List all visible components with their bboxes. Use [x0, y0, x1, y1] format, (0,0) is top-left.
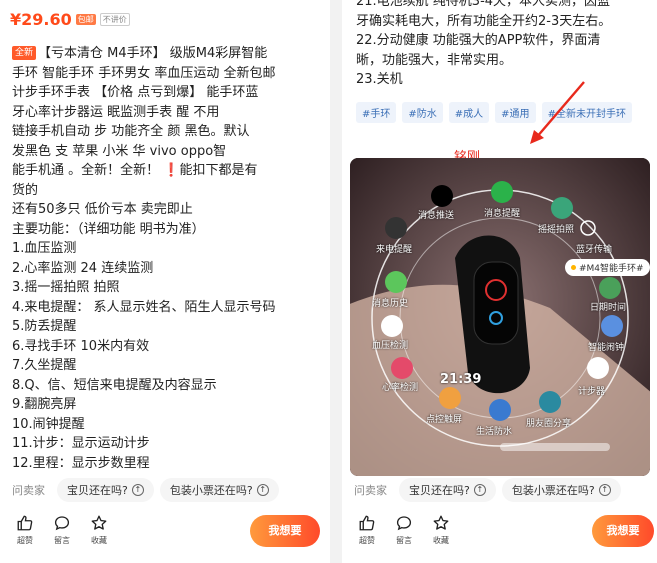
- desc-line: 计步手环手表 【价格 点亏到爆】 能手环蓝: [12, 85, 259, 100]
- star-icon: [433, 515, 449, 530]
- label-waterproof: 生活防水: [476, 427, 513, 437]
- label-message-history: 消息历史: [372, 299, 409, 309]
- desc-line: 牙心率计步器运 眠监测手表 醒 不用: [12, 104, 220, 120]
- label-touch-screen: 点控触屏: [426, 415, 463, 425]
- price-row: ¥29.60 包邮 不讲价: [10, 10, 130, 29]
- chat-bubble-icon: [54, 516, 70, 531]
- product-photo[interactable]: 21:39 消息推送 消息提醒 摇摇拍照 蓝牙传输 来电提醒 消息历史 日期时间…: [350, 158, 650, 476]
- exclamation-icon: ❗: [163, 163, 180, 178]
- desc-line: 11.计步：显示运动计步: [12, 436, 150, 451]
- label-message-push: 消息推送: [418, 211, 455, 221]
- desc-line: 10.闹钟提醒: [12, 416, 85, 432]
- comment-label: 留言: [54, 536, 70, 545]
- like-button[interactable]: 超赞: [352, 514, 382, 546]
- want-button[interactable]: 我想要: [250, 515, 320, 547]
- label-moments-share: 朋友圈分享: [526, 419, 572, 429]
- label-heart-rate: 心率检测: [382, 383, 419, 393]
- comment-button[interactable]: 留言: [389, 514, 419, 546]
- desc-line: 5.防丢提醒: [12, 319, 77, 334]
- listing-detail-right: 21.电池续航 纯待机3-4天，本人实测，因蓝 牙确实耗电大，所有功能全开约2-…: [342, 0, 657, 563]
- bottom-action-bar: 超赞 留言 收藏 我想要: [342, 508, 657, 563]
- description-continued: 21.电池续航 纯待机3-4天，本人实测，因蓝 牙确实耗电大，所有功能全开约2-…: [356, 0, 648, 90]
- quick-questions-bar: 问卖家 宝贝还在吗? ↑ 包装小票还在吗? ↑: [0, 476, 279, 504]
- desc-line: 3.摇一摇拍照 拍照: [12, 280, 120, 295]
- label-date-time: 日期时间: [590, 303, 627, 313]
- listing-detail-left: ¥29.60 包邮 不讲价 全新 【亏本清仓 M4手环】 级版M4彩屏智能 手环 …: [0, 0, 330, 563]
- ask-seller-label: 问卖家: [354, 484, 387, 497]
- desc-line: 6.寻找手环 10米内有效: [12, 338, 150, 354]
- comment-button[interactable]: 留言: [47, 514, 77, 546]
- hashtag-chip[interactable]: #成人: [448, 102, 490, 123]
- question-chip-receipt[interactable]: 包装小票还在吗? ↑: [159, 478, 279, 502]
- desc-line: 1.血压监测: [12, 241, 77, 256]
- thumbs-up-icon: [359, 515, 375, 531]
- desc-line: 23.关机: [356, 72, 403, 87]
- like-label: 超赞: [359, 536, 375, 545]
- desc-line: 链接手机自动 步 功能齐全 颜 黑色。默认: [12, 124, 250, 139]
- desc-line: 22.分动健康 功能强大的APP软件，界面清: [356, 33, 601, 48]
- question-chip-receipt[interactable]: 包装小票还在吗? ↑: [501, 478, 621, 502]
- star-icon: [91, 515, 107, 530]
- chat-bubble-icon: [396, 516, 412, 531]
- want-button[interactable]: 我想要: [592, 515, 654, 547]
- desc-line: 2.心率监测 24 连续监测: [12, 260, 154, 276]
- desc-line: 晰，功能强大，非常实用。: [356, 52, 513, 68]
- no-bargain-tag: 不讲价: [99, 13, 130, 26]
- ask-seller-label: 问卖家: [12, 484, 45, 497]
- label-smart-alarm: 智能闹钟: [588, 343, 625, 353]
- item-description: 全新 【亏本清仓 M4手环】 级版M4彩屏智能 手环 智能手环 手环男女 率血压运…: [12, 44, 318, 473]
- price: ¥29.60: [10, 10, 72, 29]
- bottom-action-bar: 超赞 留言 收藏 我想要: [0, 508, 330, 563]
- desc-line: 能手机通 。全新！全新！ ❗能扣下都是有: [12, 163, 258, 178]
- arrow-up-icon: ↑: [131, 484, 144, 496]
- desc-line: 手环 智能手环 手环男女 率血压运动 全新包邮: [12, 65, 276, 81]
- comment-label: 留言: [396, 536, 412, 545]
- annotation-arrow-icon: [530, 81, 585, 144]
- desc-line: 还有50多只 低价亏本 卖完即止: [12, 202, 193, 217]
- hashtag-chip[interactable]: #手环: [356, 102, 397, 123]
- desc-line: 4.来电提醒： 系人显示姓名、陌生人显示号码: [12, 299, 276, 315]
- favorite-label: 收藏: [433, 536, 449, 545]
- hashtag-chip[interactable]: #防水: [402, 102, 443, 123]
- question-chip-still-available[interactable]: 宝贝还在吗? ↑: [57, 478, 154, 502]
- free-shipping-tag: 包邮: [75, 14, 96, 25]
- label-step-counter: 计步器: [578, 387, 606, 397]
- arrow-up-icon: ↑: [256, 484, 269, 496]
- desc-line: 8.Q、信、短信来电提醒及内容显示: [12, 377, 217, 393]
- dot-icon: [571, 265, 576, 270]
- hashtag-row: #手环 #防水 #成人 #通用 #全新未开封手环: [356, 102, 646, 123]
- arrow-up-icon: ↑: [598, 484, 611, 496]
- favorite-button[interactable]: 收藏: [426, 514, 456, 546]
- label-blood-pressure: 血压检测: [372, 341, 409, 351]
- watch-time: 21:39: [440, 372, 482, 387]
- new-badge: 全新: [12, 46, 37, 60]
- label-call-remind: 来电提醒: [376, 245, 413, 255]
- desc-line: 9.翻腕亮屏: [12, 397, 77, 412]
- product-hashtag-badge[interactable]: #M4智能手环#: [565, 259, 650, 276]
- like-label: 超赞: [17, 536, 33, 545]
- quick-questions-bar: 问卖家 宝贝还在吗? ↑ 包装小票还在吗? ↑: [342, 476, 621, 504]
- desc-line-1: 全新 【亏本清仓 M4手环】 级版M4彩屏智能: [12, 44, 318, 64]
- desc-line: 发黑色 支 苹果 小米 华 vivo oppo智: [12, 143, 227, 159]
- arrow-up-icon: ↑: [473, 484, 486, 496]
- desc-line: 牙确实耗电大，所有功能全开约2-3天左右。: [356, 13, 612, 29]
- label-bluetooth: 蓝牙传输: [576, 245, 613, 255]
- thumbs-up-icon: [17, 515, 33, 531]
- desc-line: 货的: [12, 182, 39, 198]
- question-chip-still-available[interactable]: 宝贝还在吗? ↑: [399, 478, 496, 502]
- label-shake-photo: 摇摇拍照: [538, 225, 575, 235]
- favorite-label: 收藏: [91, 536, 107, 545]
- label-message-remind: 消息提醒: [484, 209, 521, 219]
- desc-line: 21.电池续航 纯待机3-4天，本人实测，因蓝: [356, 0, 611, 9]
- like-button[interactable]: 超赞: [10, 514, 40, 546]
- desc-line: 7.久坐提醒: [12, 358, 77, 373]
- desc-line: 主要功能：（详细功能 明书为准）: [12, 221, 205, 237]
- panel-divider: [330, 0, 342, 563]
- desc-line: 12.里程：显示步数里程: [12, 455, 150, 471]
- favorite-button[interactable]: 收藏: [84, 514, 114, 546]
